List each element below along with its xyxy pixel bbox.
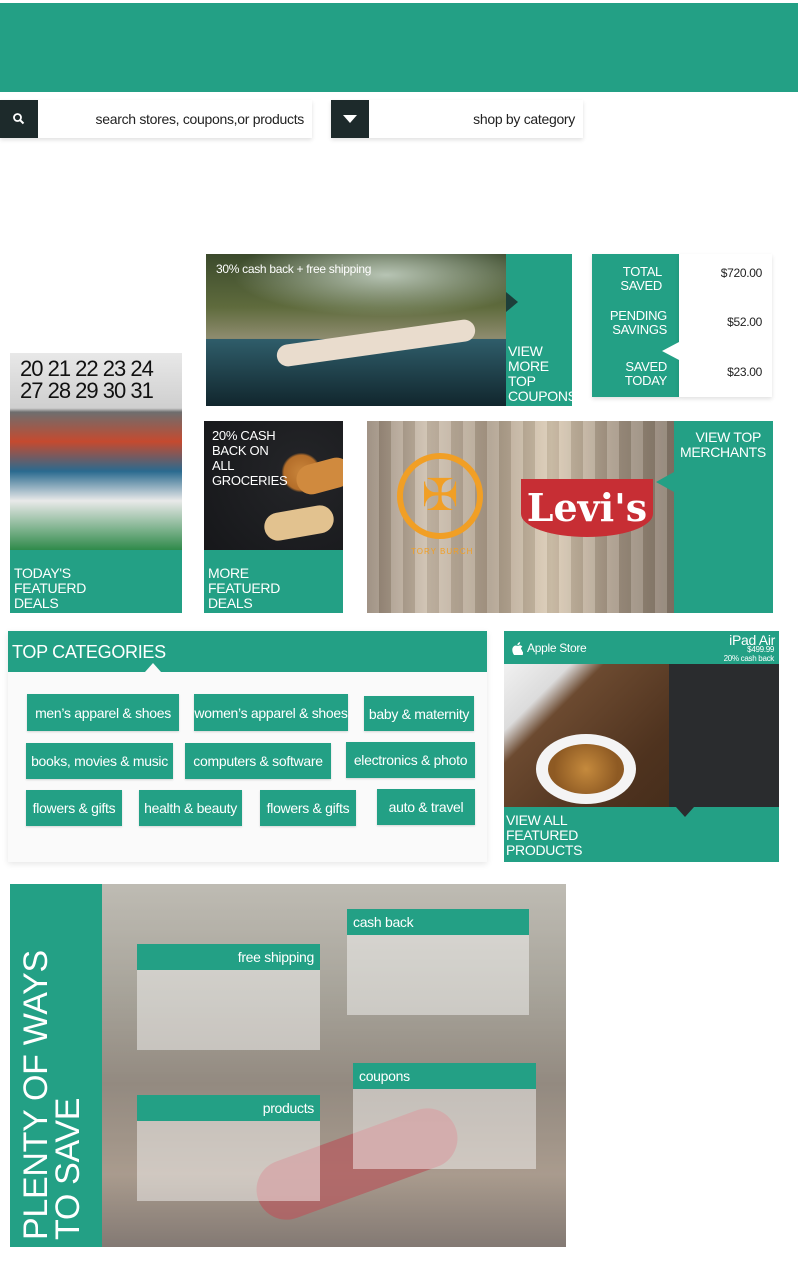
product-price: $499.99 — [747, 645, 774, 654]
hero-notch — [506, 292, 518, 312]
tory-burch-text: TORY BURCH — [411, 547, 474, 556]
search-button[interactable] — [0, 100, 38, 138]
merchants-photo[interactable]: ✠ TORY BURCH Levi's — [367, 421, 674, 613]
view-top-merchants-link[interactable]: VIEW TOP MERCHANTS — [680, 430, 766, 460]
category-chip-mens-apparel[interactable]: men’s apparel & shoes — [27, 694, 179, 731]
todays-featured-deals-link[interactable]: TODAY'S FEATUERD DEALS — [14, 566, 94, 611]
total-saved-label: TOTAL SAVED — [620, 264, 662, 293]
hero-photo[interactable] — [206, 254, 506, 406]
saved-today-value: $23.00 — [727, 365, 762, 379]
view-all-featured-products-link[interactable]: VIEW ALL FEATURED PRODUCTS — [506, 813, 586, 858]
pending-savings-value: $52.00 — [727, 315, 762, 329]
category-chip-flowers-gifts[interactable]: flowers & gifts — [26, 790, 122, 826]
todays-deals-photo[interactable]: 20 21 22 23 24 27 28 29 30 31 — [10, 353, 182, 550]
more-featured-deals-link[interactable]: MORE FEATUERD DEALS — [208, 566, 280, 611]
featured-product-photo[interactable] — [504, 664, 779, 807]
apple-store-label: Apple Store — [527, 641, 587, 655]
view-more-top-coupons-link[interactable]: VIEW MORE TOP COUPONS — [508, 344, 577, 404]
category-chip-computers-software[interactable]: computers & software — [185, 743, 331, 779]
category-label[interactable]: shop by category — [372, 100, 575, 138]
total-saved-value: $720.00 — [720, 266, 763, 280]
plenty-of-ways-title-line2: TO SAVE — [49, 1097, 87, 1240]
free-shipping-card-title[interactable]: free shipping — [137, 944, 320, 970]
cash-back-card-title[interactable]: cash back — [347, 909, 529, 935]
pending-savings-label: PENDING SAVINGS — [609, 308, 667, 337]
category-chip-baby-maternity[interactable]: baby & maternity — [364, 696, 474, 731]
cash-back-card[interactable]: cash back — [347, 909, 529, 1015]
featured-notch — [676, 807, 694, 817]
apple-store-badge: Apple Store — [512, 641, 587, 655]
coupons-card-title[interactable]: coupons — [353, 1063, 536, 1089]
product-cashback: 20% cash back — [723, 654, 775, 663]
category-chip-auto-travel[interactable]: auto & travel — [377, 789, 475, 825]
calendar-numbers: 20 21 22 23 24 27 28 29 30 31 — [20, 356, 154, 403]
free-shipping-card[interactable]: free shipping — [137, 944, 320, 1050]
category-chip-flowers-gifts-2[interactable]: flowers & gifts — [260, 790, 356, 826]
category-chip-womens-apparel[interactable]: women’s apparel & shoes — [194, 694, 348, 731]
savings-notch — [662, 342, 679, 360]
saved-today-label: SAVED TODAY — [624, 359, 667, 388]
levis-logo[interactable]: Levi's — [521, 479, 653, 537]
category-dropdown-button[interactable] — [331, 100, 369, 138]
apple-logo-icon — [512, 641, 523, 655]
search-input[interactable]: search stores, coupons,or products — [40, 100, 305, 138]
plenty-of-ways-title: PLENTY OF WAYS TO SAVE — [17, 950, 87, 1240]
coupons-card[interactable]: coupons — [353, 1063, 536, 1169]
plenty-of-ways-title-line1: PLENTY OF WAYS — [17, 950, 55, 1240]
category-chip-health-beauty[interactable]: health & beauty — [139, 790, 242, 826]
products-card[interactable]: products — [137, 1095, 320, 1201]
chevron-down-icon — [343, 115, 357, 123]
search-icon — [13, 113, 25, 125]
category-chip-electronics-photo[interactable]: electronics & photo — [346, 742, 475, 778]
merchants-notch — [656, 472, 674, 492]
top-categories-title: TOP CATEGORIES — [12, 642, 166, 662]
groceries-caption: 20% CASH BACK ON ALL GROCERIES — [212, 428, 288, 488]
products-card-title[interactable]: products — [137, 1095, 320, 1121]
header-banner — [0, 3, 798, 92]
tory-burch-logo[interactable]: ✠ — [397, 453, 483, 539]
hero-caption: 30% cash back + free shipping — [216, 262, 372, 276]
category-chip-books-movies-music[interactable]: books, movies & music — [26, 743, 173, 779]
top-categories-notch — [145, 663, 161, 672]
